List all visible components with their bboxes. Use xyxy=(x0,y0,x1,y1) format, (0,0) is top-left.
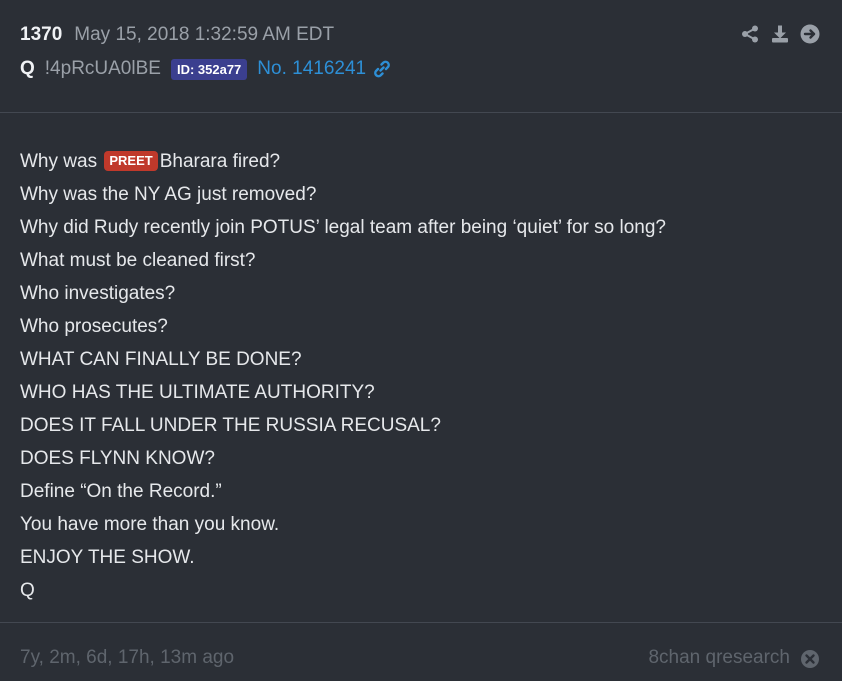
arrow-right-circle-icon[interactable] xyxy=(800,24,820,44)
post-number: 1370 xyxy=(20,24,63,45)
post-line-text: Bharara fired? xyxy=(159,151,281,172)
post-line: Q xyxy=(20,580,35,601)
share-icon[interactable] xyxy=(740,24,760,44)
post-line-text: Why was xyxy=(20,151,103,172)
source-label: 8chan qresearch xyxy=(648,647,790,668)
download-icon[interactable] xyxy=(770,24,790,44)
post-line: WHAT CAN FINALLY BE DONE? xyxy=(20,349,302,370)
id-badge: ID: 352a77 xyxy=(170,58,248,80)
name-tag: PREET xyxy=(104,151,158,171)
post-line: You have more than you know. xyxy=(20,514,280,535)
post-link-label[interactable]: No. 1416241 xyxy=(257,58,366,80)
post-line: Who prosecutes? xyxy=(20,316,168,337)
link-icon[interactable] xyxy=(372,59,392,79)
post-line: Why was the NY AG just removed? xyxy=(20,184,317,205)
post-actions xyxy=(740,24,820,44)
relative-time: 7y, 2m, 6d, 17h, 13m ago xyxy=(20,647,235,668)
tripcode: !4pRcUA0lBE xyxy=(44,58,161,79)
post-line: Why did Rudy recently join POTUS’ legal … xyxy=(20,217,666,238)
post-number-link[interactable]: No. 1416241 xyxy=(257,58,392,80)
post-body: Why was PREET Bharara fired? Why was the … xyxy=(20,145,820,607)
post-line: Who investigates? xyxy=(20,283,176,304)
author-row: Q !4pRcUA0lBE ID: 352a77 No. 1416241 xyxy=(20,58,392,80)
post-line: ENJOY THE SHOW. xyxy=(20,547,195,568)
post-line: WHO HAS THE ULTIMATE AUTHORITY? xyxy=(20,382,375,403)
post-line: Define “On the Record.” xyxy=(20,481,222,502)
post-footer: 7y, 2m, 6d, 17h, 13m ago 8chan qresearch xyxy=(0,622,842,681)
post-header: 1370 May 15, 2018 1:32:59 AM EDT Q !4pRc… xyxy=(0,0,842,113)
post-line: DOES FLYNN KNOW? xyxy=(20,448,215,469)
post-line: DOES IT FALL UNDER THE RUSSIA RECUSAL? xyxy=(20,415,441,436)
post-meta-row: 1370 May 15, 2018 1:32:59 AM EDT xyxy=(20,24,334,46)
post-timestamp: May 15, 2018 1:32:59 AM EDT xyxy=(74,24,335,45)
close-icon[interactable] xyxy=(800,649,820,669)
author-name: Q xyxy=(20,58,35,79)
post-line: What must be cleaned first? xyxy=(20,250,256,271)
post-line: Why was PREET Bharara fired? xyxy=(20,145,820,178)
